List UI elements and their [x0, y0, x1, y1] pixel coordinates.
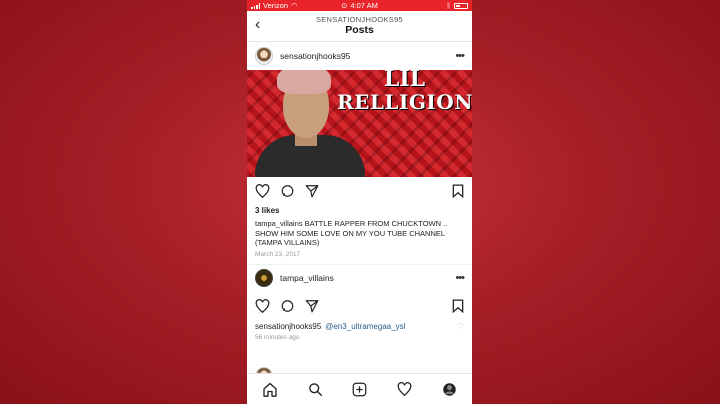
- phone-screen: Verizon ◠ ⊙ 4:07 AM ᛒ ‹ SENSATIONJHOOKS9…: [247, 0, 472, 404]
- header-username: SENSATIONJHOOKS95: [315, 15, 404, 24]
- bookmark-icon[interactable]: [452, 299, 464, 313]
- activity-heart-icon[interactable]: [397, 382, 412, 396]
- post-image[interactable]: LIL RELLIGION: [247, 70, 472, 177]
- image-text-line1: LIL: [383, 70, 426, 92]
- page-title: Posts: [345, 24, 374, 36]
- image-overlay-text: LIL RELLIGION: [337, 70, 472, 114]
- posts-header: ‹ SENSATIONJHOOKS95 Posts: [247, 11, 472, 42]
- comment-icon[interactable]: [280, 299, 295, 313]
- add-post-icon[interactable]: [352, 382, 367, 397]
- bottom-nav: [247, 373, 472, 404]
- post2-actions: [247, 292, 472, 320]
- post-actions: [247, 177, 472, 205]
- post-author[interactable]: sensationjhooks95: [280, 51, 455, 61]
- signal-icon: [251, 2, 260, 9]
- comment-like-icon[interactable]: ♡: [457, 322, 464, 331]
- chevron-left-icon[interactable]: ‹: [255, 16, 260, 34]
- share-icon[interactable]: [305, 184, 319, 198]
- share-icon[interactable]: [305, 299, 319, 313]
- post2-header: tampa_villains •••: [247, 263, 472, 292]
- more-options-icon[interactable]: •••: [455, 272, 465, 284]
- bluetooth-icon: ᛒ: [446, 1, 452, 10]
- avatar[interactable]: [255, 269, 273, 287]
- post-caption: tampa_villains BATTLE RAPPER FROM CHUCKT…: [247, 215, 472, 248]
- search-icon[interactable]: [308, 382, 323, 397]
- comment-user[interactable]: sensationjhooks95: [255, 322, 321, 331]
- comment-icon[interactable]: [280, 184, 295, 198]
- status-bar: Verizon ◠ ⊙ 4:07 AM ᛒ: [247, 0, 472, 11]
- battery-icon: [454, 2, 468, 9]
- wifi-icon: ◠: [291, 1, 298, 10]
- comment-row: sensationjhooks95 @en3_ultramegaa_ysl ♡: [247, 322, 472, 331]
- comment-time: 56 minutes ago: [255, 333, 300, 341]
- post-date: March 23, 2017: [255, 250, 301, 258]
- post-header: sensationjhooks95 •••: [247, 42, 472, 70]
- comment-mention[interactable]: @en3_ultramegaa_ysl: [325, 322, 405, 331]
- post2-author[interactable]: tampa_villains: [280, 273, 455, 283]
- profile-icon[interactable]: [442, 382, 457, 397]
- bookmark-icon[interactable]: [452, 184, 464, 198]
- heart-icon[interactable]: [255, 184, 270, 198]
- carrier-label: Verizon: [263, 1, 289, 10]
- caption-user[interactable]: tampa_villains: [255, 219, 303, 228]
- heart-icon[interactable]: [255, 298, 270, 313]
- lock-icon: ⊙: [341, 1, 348, 10]
- likes-count[interactable]: 3 likes: [247, 206, 472, 215]
- clock-time: 4:07 AM: [350, 1, 378, 10]
- home-icon[interactable]: [262, 382, 278, 397]
- image-text-line2: RELLIGION: [337, 90, 472, 114]
- avatar[interactable]: [255, 47, 273, 65]
- more-options-icon[interactable]: •••: [455, 50, 465, 62]
